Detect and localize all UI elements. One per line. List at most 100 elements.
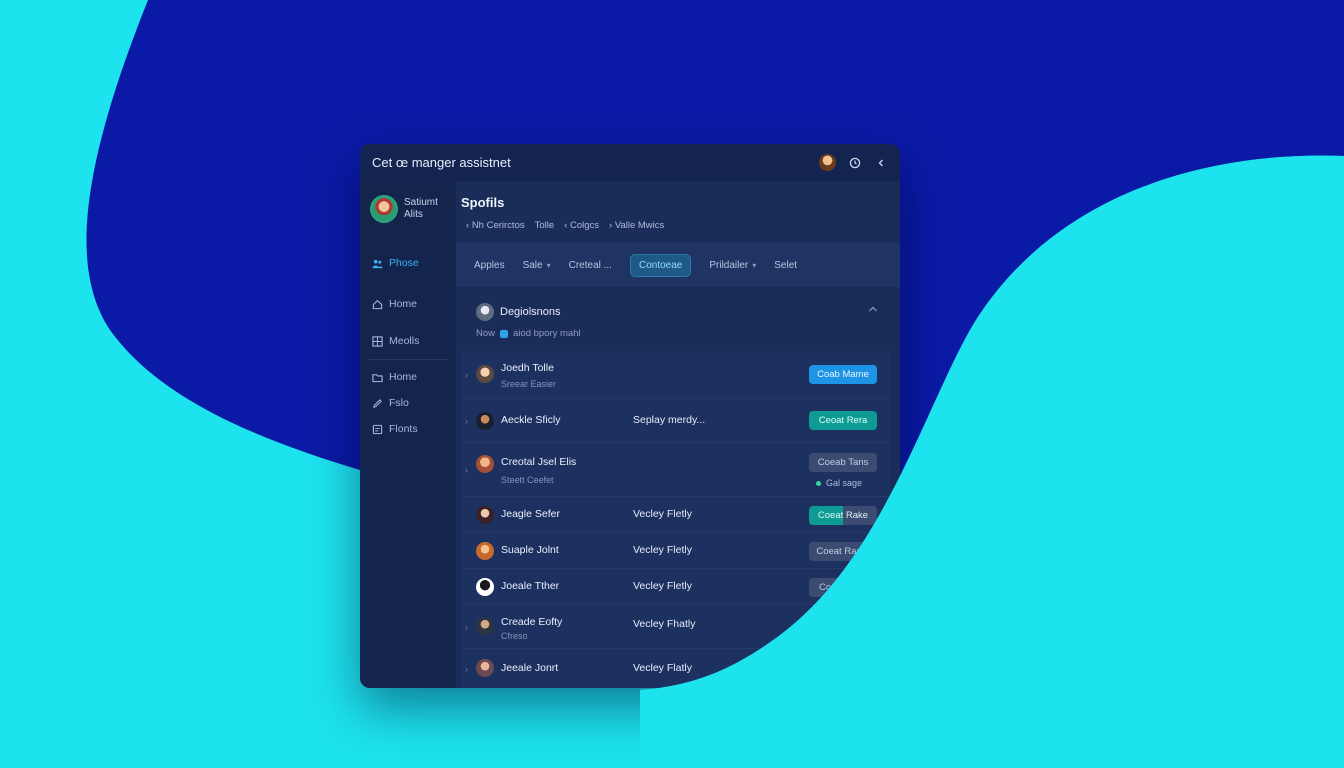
row-detail: Vecley Fletly xyxy=(633,580,692,592)
row-subtitle: Sreear Easier xyxy=(501,379,557,389)
filter-apples[interactable]: Apples xyxy=(474,260,505,271)
filter-sale[interactable]: Sale ▾ xyxy=(523,260,551,271)
sidebar-item-label: Fslo xyxy=(389,397,409,409)
breadcrumb-chevron-icon: ‹ xyxy=(564,220,568,231)
chevron-down-icon: ▾ xyxy=(546,260,551,270)
checkbox-icon[interactable] xyxy=(500,329,509,338)
row-action-button[interactable]: Coeat Rem xyxy=(809,578,877,597)
table-row[interactable]: › Creade Eofty Cfreso Vecley Fhatly xyxy=(462,605,890,649)
filter-label: Apples xyxy=(474,259,505,271)
avatar xyxy=(476,412,494,430)
breadcrumb-chevron-icon: ‹ xyxy=(466,220,470,231)
expand-chevron-icon[interactable]: › xyxy=(465,465,468,475)
breadcrumb-item[interactable]: › Valle Mwics xyxy=(609,220,664,231)
table-row[interactable]: Joeale Tther Vecley Fletly Coeat Rem xyxy=(462,569,890,605)
sidebar-item-label: Flonts xyxy=(389,423,418,435)
section-subtitle-text: aiod bpory mahl xyxy=(513,328,581,339)
expand-chevron-icon[interactable]: › xyxy=(465,370,468,380)
row-name: Creade Eofty xyxy=(501,616,563,628)
sidebar: Satiumt Alits Phose Home Meolls Home Fsl… xyxy=(360,181,456,688)
filter-label: Contoeae xyxy=(638,259,683,271)
avatar xyxy=(476,542,494,560)
row-name: Creotal Jsel Elis xyxy=(501,456,577,468)
sidebar-item-flonts[interactable]: Flonts xyxy=(372,423,418,435)
expand-chevron-icon[interactable]: › xyxy=(465,664,468,674)
breadcrumb-label: Colgcs xyxy=(569,220,600,231)
avatar xyxy=(476,617,494,635)
avatar xyxy=(476,578,494,596)
clock-icon[interactable] xyxy=(848,156,862,170)
table-row[interactable]: › Creotal Jsel Elis Steett Ceefet Coeab … xyxy=(462,443,890,497)
sidebar-item-home-2[interactable]: Home xyxy=(372,371,417,383)
row-name: Suaple Jolnt xyxy=(501,544,559,556)
chevron-left-icon[interactable] xyxy=(874,156,888,170)
section-avatar xyxy=(476,303,494,321)
profile-name: Satiumt Alits xyxy=(404,197,438,221)
title-bar-icons xyxy=(819,154,888,171)
table-row[interactable]: › Aeckle Sficly Seplay merdy... Ceoat Re… xyxy=(462,399,890,443)
row-name: Joedh Tolle xyxy=(501,362,554,374)
filter-label: Creteal ... xyxy=(568,259,612,271)
row-action-button[interactable]: Coeat Rame xyxy=(809,542,877,561)
row-detail: Vecley Flatly xyxy=(633,662,692,674)
filter-contoeae[interactable]: Contoeae xyxy=(629,253,692,277)
breadcrumb-chevron-icon: › xyxy=(609,220,613,231)
row-action-button[interactable]: Coeab Tans xyxy=(809,453,877,472)
chevron-up-icon[interactable] xyxy=(868,305,878,316)
main-content: Spofils ‹ Nh Cerirctos Tolle ‹ Colgcs › … xyxy=(456,181,900,688)
row-detail: Seplay merdy... xyxy=(633,414,706,426)
table-row[interactable]: › Jeeale Jonrt Vecley Flatly xyxy=(462,649,890,688)
grid-icon xyxy=(372,335,383,347)
breadcrumb-item[interactable]: Tolle xyxy=(535,220,555,231)
breadcrumb-label: Nh Cerirctos xyxy=(471,220,525,231)
row-name: Jeagle Sefer xyxy=(501,508,560,520)
row-detail: Vecley Fhatly xyxy=(633,618,696,630)
pen-icon xyxy=(373,398,382,408)
sidebar-profile[interactable]: Satiumt Alits xyxy=(370,195,438,223)
section-title: Degiolsnons xyxy=(500,306,561,318)
filter-bar: Apples Sale ▾ Creteal ... Contoeae Prilda… xyxy=(456,243,900,287)
table-row[interactable]: › Joedh Tolle Sreear Easier Coab Mame xyxy=(462,351,890,399)
filter-creteal[interactable]: Creteal ... xyxy=(569,260,612,271)
sidebar-item-meolls[interactable]: Meolls xyxy=(372,335,419,347)
app-window: Cet œ manger assistnet Satiumt Alits Pho… xyxy=(360,144,900,688)
status-badge: Gal sage xyxy=(816,478,862,488)
user-avatar[interactable] xyxy=(819,154,836,171)
row-action-button[interactable]: Coeat Rake xyxy=(809,506,877,525)
title-bar: Cet œ manger assistnet xyxy=(360,144,900,181)
page-title: Spofils xyxy=(461,195,505,210)
breadcrumb: ‹ Nh Cerirctos Tolle ‹ Colgcs › Valle Mw… xyxy=(466,220,664,231)
row-subtitle: Steett Ceefet xyxy=(501,475,554,485)
folder-icon xyxy=(372,373,383,382)
profile-avatar xyxy=(370,195,398,223)
row-action-button[interactable]: Coab Mame xyxy=(809,365,877,384)
breadcrumb-label: Tolle xyxy=(534,220,555,231)
sidebar-item-home[interactable]: Home xyxy=(372,298,417,310)
sidebar-item-fslo[interactable]: Fslo xyxy=(372,397,409,409)
filter-prildailer[interactable]: Prildailer ▾ xyxy=(709,260,756,271)
breadcrumb-item[interactable]: ‹ Nh Cerirctos xyxy=(466,220,525,231)
row-name: Aeckle Sficly xyxy=(501,414,561,426)
home-icon xyxy=(372,299,383,309)
avatar xyxy=(476,506,494,524)
table-row[interactable]: Jeagle Sefer Vecley Fletly Coeat Rake xyxy=(462,497,890,533)
sidebar-item-phose[interactable]: Phose xyxy=(372,257,419,269)
sidebar-divider xyxy=(368,359,448,360)
sidebar-item-label: Phose xyxy=(389,257,419,269)
section-header[interactable]: Degiolsnons xyxy=(476,303,561,321)
breadcrumb-item[interactable]: ‹ Colgcs xyxy=(564,220,599,231)
avatar xyxy=(476,455,494,473)
filter-label: Sale xyxy=(522,259,543,271)
expand-chevron-icon[interactable]: › xyxy=(465,416,468,426)
avatar xyxy=(476,659,494,677)
row-name: Joeale Tther xyxy=(501,580,560,592)
expand-chevron-icon[interactable]: › xyxy=(465,622,468,632)
filter-selet[interactable]: Selet xyxy=(774,260,797,271)
table-row[interactable]: Suaple Jolnt Vecley Fletly Coeat Rame xyxy=(462,533,890,569)
chevron-down-icon: ▾ xyxy=(752,260,757,270)
avatar xyxy=(476,365,494,383)
sidebar-item-label: Home xyxy=(389,298,418,310)
breadcrumb-label: Valle Mwics xyxy=(614,220,665,231)
row-action-button[interactable]: Ceoat Rera xyxy=(809,411,877,430)
sidebar-item-label: Meolls xyxy=(389,335,420,347)
